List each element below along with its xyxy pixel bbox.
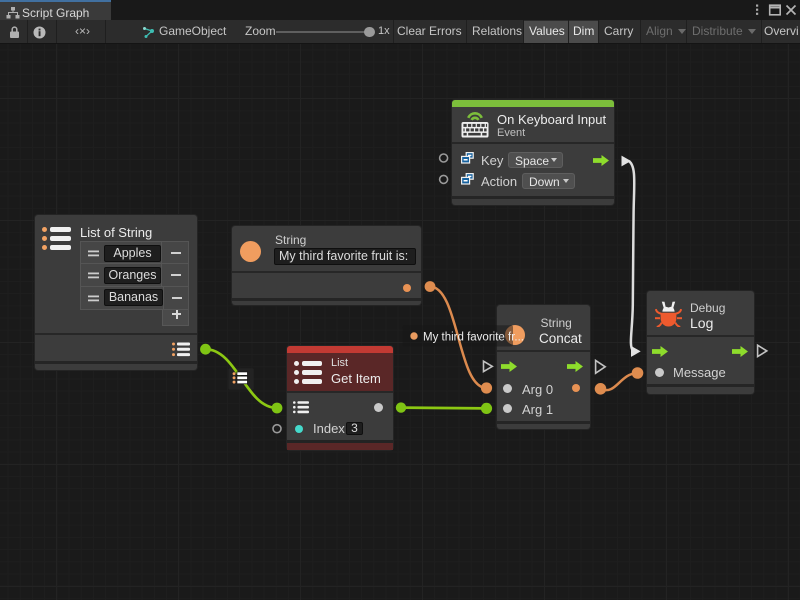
svg-text:My third favorite fr...: My third favorite fr... — [423, 332, 524, 344]
